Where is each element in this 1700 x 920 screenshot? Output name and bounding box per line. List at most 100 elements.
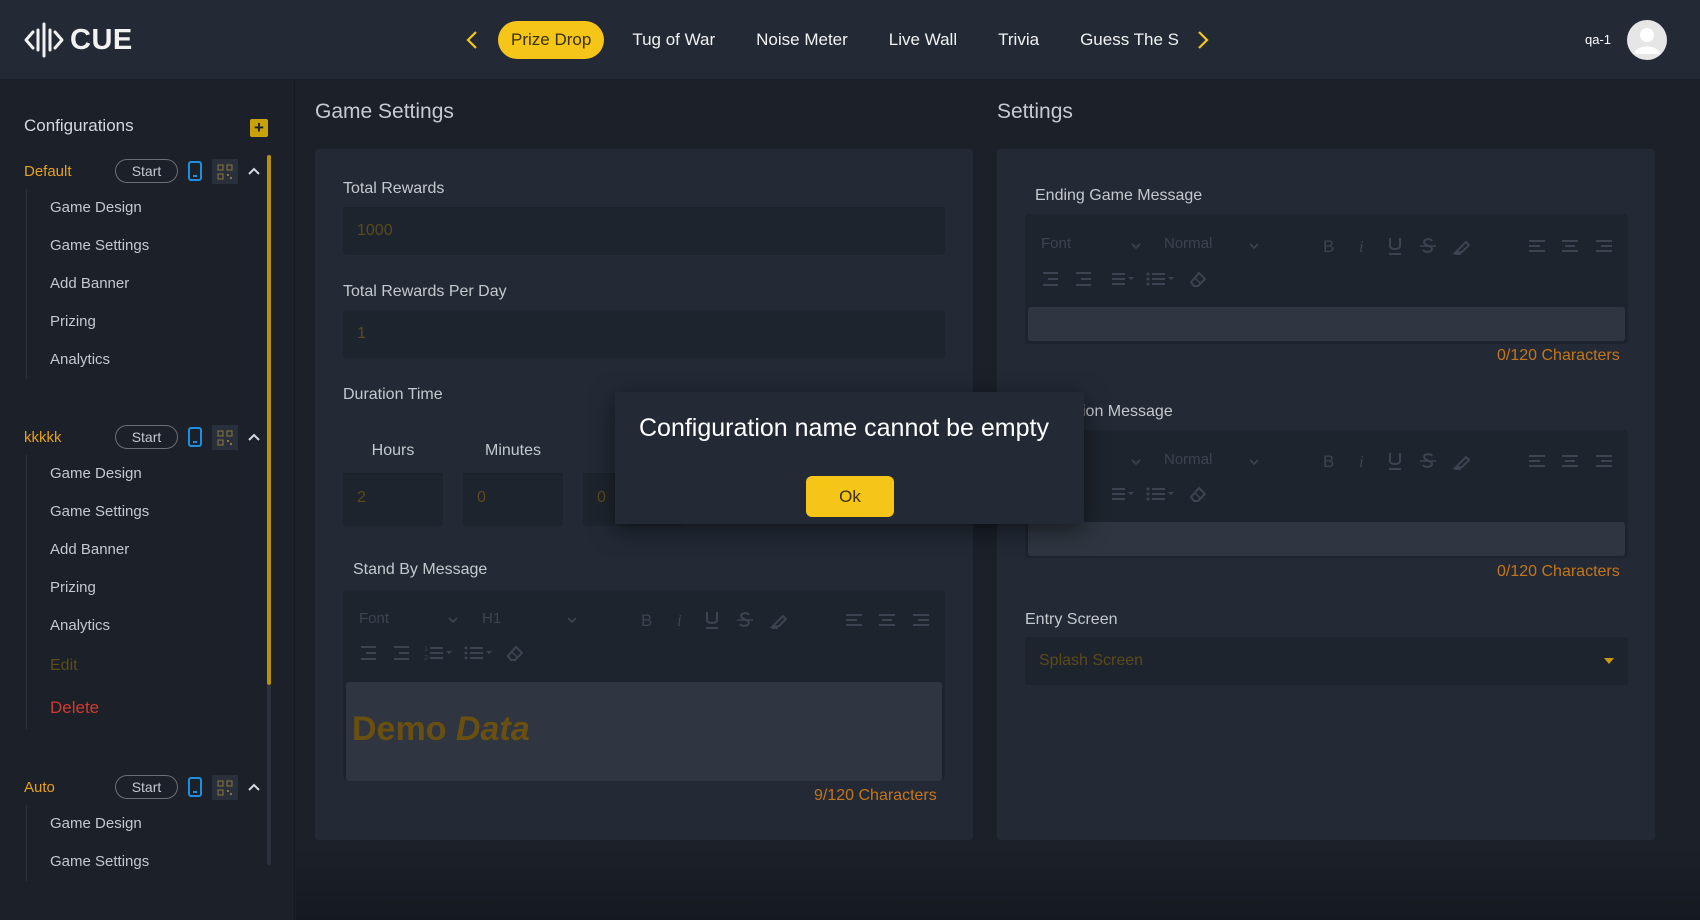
phone-icon[interactable] bbox=[188, 161, 202, 181]
duration-hours-value[interactable]: 2 bbox=[343, 474, 443, 522]
menu-game-design[interactable]: Game Design bbox=[27, 455, 149, 493]
menu-add-banner[interactable]: Add Banner bbox=[27, 531, 149, 569]
duration-minutes[interactable]: Minutes 0 bbox=[463, 428, 563, 526]
chevron-up-icon[interactable] bbox=[247, 431, 261, 443]
ending-message-input[interactable] bbox=[1028, 307, 1625, 341]
sidebar-scrollbar-track[interactable] bbox=[267, 685, 271, 865]
menu-game-settings[interactable]: Game Settings bbox=[27, 493, 149, 531]
underline-icon[interactable] bbox=[1384, 235, 1406, 257]
total-rewards-input[interactable]: 1000 bbox=[343, 207, 945, 255]
tab-noise-meter[interactable]: Noise Meter bbox=[743, 21, 861, 59]
menu-add-banner[interactable]: Add Banner bbox=[27, 265, 149, 303]
align-center-icon[interactable] bbox=[876, 609, 898, 631]
avatar[interactable] bbox=[1627, 20, 1667, 60]
align-right-icon[interactable] bbox=[1593, 235, 1615, 257]
qr-code-icon[interactable] bbox=[212, 775, 238, 800]
config-name[interactable]: kkkkk bbox=[24, 429, 62, 446]
menu-game-settings[interactable]: Game Settings bbox=[27, 843, 149, 881]
menu-game-settings[interactable]: Game Settings bbox=[27, 227, 149, 265]
menu-delete[interactable]: Delete bbox=[27, 687, 149, 729]
align-left-icon[interactable] bbox=[1526, 450, 1548, 472]
strikethrough-icon[interactable] bbox=[734, 609, 756, 631]
tab-tug-of-war[interactable]: Tug of War bbox=[619, 21, 728, 59]
align-left-icon[interactable] bbox=[843, 609, 865, 631]
config-name[interactable]: Default bbox=[24, 163, 72, 180]
strikethrough-icon[interactable] bbox=[1417, 235, 1439, 257]
underline-icon[interactable] bbox=[701, 609, 723, 631]
underline-icon[interactable] bbox=[1384, 450, 1406, 472]
phone-icon[interactable] bbox=[188, 777, 202, 797]
qr-code-icon[interactable] bbox=[212, 159, 238, 184]
bold-icon[interactable]: B bbox=[1318, 450, 1340, 472]
cue-logo-icon bbox=[24, 22, 64, 58]
indent-decrease-icon[interactable] bbox=[1039, 268, 1061, 290]
ordered-list-icon[interactable] bbox=[1105, 268, 1135, 290]
menu-prizing[interactable]: Prizing bbox=[27, 303, 149, 341]
align-left-icon[interactable] bbox=[1526, 235, 1548, 257]
indent-decrease-icon[interactable] bbox=[357, 642, 379, 664]
config-name[interactable]: Auto bbox=[24, 779, 55, 796]
standby-message-content: Demo Data bbox=[352, 710, 530, 749]
duration-time-label: Duration Time bbox=[343, 386, 443, 403]
ending-char-counter: 0/120 Characters bbox=[1497, 347, 1620, 364]
align-center-icon[interactable] bbox=[1559, 450, 1581, 472]
logo[interactable]: CUE bbox=[24, 20, 133, 60]
align-right-icon[interactable] bbox=[1593, 450, 1615, 472]
highlighter-icon[interactable] bbox=[1451, 450, 1473, 472]
chevron-up-icon[interactable] bbox=[247, 165, 261, 177]
phone-icon[interactable] bbox=[188, 427, 202, 447]
second-size-select[interactable]: Normal bbox=[1164, 451, 1212, 468]
entry-screen-select[interactable]: Splash Screen bbox=[1025, 637, 1628, 685]
standby-size-select[interactable]: H1 bbox=[482, 610, 501, 627]
italic-icon[interactable]: i bbox=[1352, 235, 1374, 257]
eraser-icon[interactable] bbox=[1187, 268, 1209, 290]
ok-button[interactable]: Ok bbox=[806, 476, 894, 517]
rewards-per-day-input[interactable]: 1 bbox=[343, 310, 945, 358]
highlighter-icon[interactable] bbox=[768, 609, 790, 631]
ending-font-select[interactable]: Font bbox=[1041, 235, 1071, 252]
highlighter-icon[interactable] bbox=[1451, 235, 1473, 257]
indent-increase-icon[interactable] bbox=[390, 642, 412, 664]
second-message-input[interactable] bbox=[1028, 522, 1625, 556]
italic-icon[interactable]: i bbox=[670, 609, 692, 631]
start-button[interactable]: Start bbox=[115, 159, 178, 183]
bold-icon[interactable]: B bbox=[1318, 235, 1340, 257]
game-settings-title: Game Settings bbox=[315, 100, 454, 123]
start-button[interactable]: Start bbox=[115, 425, 178, 449]
add-configuration-button[interactable]: + bbox=[250, 119, 268, 137]
align-center-icon[interactable] bbox=[1559, 235, 1581, 257]
indent-increase-icon[interactable] bbox=[1072, 268, 1094, 290]
bullet-list-icon[interactable] bbox=[1145, 483, 1175, 505]
svg-text:i: i bbox=[1359, 452, 1364, 471]
tab-guess-the-sc[interactable]: Guess The Sc bbox=[1067, 21, 1178, 59]
sidebar-scrollbar-thumb[interactable] bbox=[267, 155, 271, 685]
tabs-next-button[interactable] bbox=[1191, 26, 1215, 54]
italic-icon[interactable]: i bbox=[1352, 450, 1374, 472]
qr-code-icon[interactable] bbox=[212, 425, 238, 450]
menu-analytics[interactable]: Analytics bbox=[27, 341, 149, 379]
chevron-up-icon[interactable] bbox=[247, 781, 261, 793]
align-right-icon[interactable] bbox=[910, 609, 932, 631]
strikethrough-icon[interactable] bbox=[1417, 450, 1439, 472]
bold-icon[interactable]: B bbox=[636, 609, 658, 631]
tab-trivia[interactable]: Trivia bbox=[985, 21, 1052, 59]
tab-prize-drop[interactable]: Prize Drop bbox=[498, 21, 605, 59]
ordered-list-icon[interactable]: 12 bbox=[423, 642, 453, 664]
menu-game-design[interactable]: Game Design bbox=[27, 805, 149, 843]
duration-minutes-value[interactable]: 0 bbox=[463, 474, 563, 522]
start-button[interactable]: Start bbox=[115, 775, 178, 799]
menu-edit[interactable]: Edit bbox=[27, 645, 149, 687]
menu-game-design[interactable]: Game Design bbox=[27, 189, 149, 227]
standby-font-select[interactable]: Font bbox=[359, 610, 389, 627]
menu-analytics[interactable]: Analytics bbox=[27, 607, 149, 645]
tabs-prev-button[interactable] bbox=[460, 26, 484, 54]
ordered-list-icon[interactable] bbox=[1105, 483, 1135, 505]
eraser-icon[interactable] bbox=[504, 642, 526, 664]
bullet-list-icon[interactable] bbox=[463, 642, 493, 664]
duration-hours[interactable]: Hours 2 bbox=[343, 428, 443, 526]
menu-prizing[interactable]: Prizing bbox=[27, 569, 149, 607]
ending-size-select[interactable]: Normal bbox=[1164, 235, 1212, 252]
bullet-list-icon[interactable] bbox=[1145, 268, 1175, 290]
tab-live-wall[interactable]: Live Wall bbox=[876, 21, 970, 59]
eraser-icon[interactable] bbox=[1187, 483, 1209, 505]
